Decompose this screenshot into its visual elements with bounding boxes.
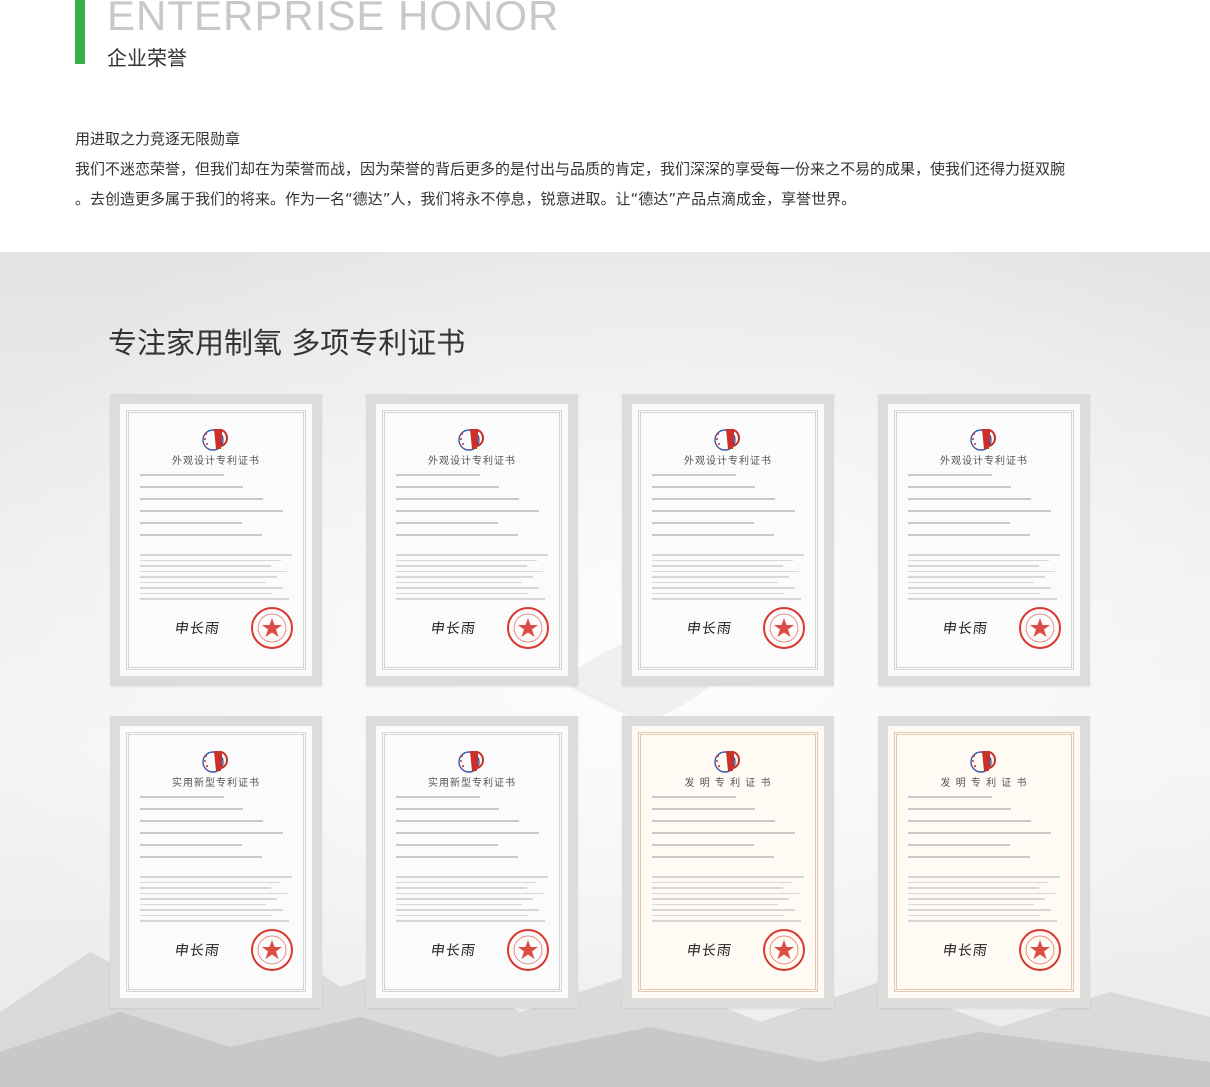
certificate-body-text (396, 876, 548, 926)
official-seal-icon (1018, 928, 1062, 972)
patent-office-emblem-icon (713, 748, 743, 774)
certificate-image: 外观设计专利证书 申长雨 (376, 404, 568, 676)
certificate-image: 外观设计专利证书 申长雨 (120, 404, 312, 676)
certificate-title: 外观设计专利证书 (428, 456, 516, 467)
certificate-section: 专注家用制氧 多项专利证书 外观设计专利证书 申长雨 外观设计专利证书 申长雨 … (0, 252, 1210, 1087)
intro-line-1: 我们不迷恋荣誉，但我们却在为荣誉而战，因为荣誉的背后更多的是付出与品质的肯定，我… (75, 160, 1066, 178)
official-seal-icon (1018, 606, 1062, 650)
patent-office-emblem-icon (457, 748, 487, 774)
certificate-body-text (140, 876, 292, 926)
certificate-title: 实用新型专利证书 (428, 778, 516, 789)
patent-office-emblem-icon (201, 426, 231, 452)
certificate-fields (140, 796, 292, 868)
certificate-body-text (140, 554, 292, 604)
certificate-title: 实用新型专利证书 (172, 778, 260, 789)
certificate-fields (140, 474, 292, 546)
certificate-fields (908, 796, 1060, 868)
certificate-body-text (652, 876, 804, 926)
certificate-title: 外观设计专利证书 (172, 456, 260, 467)
patent-office-emblem-icon (713, 426, 743, 452)
certificate-card[interactable]: 外观设计专利证书 申长雨 (622, 394, 834, 686)
certificate-title: 外观设计专利证书 (940, 456, 1028, 467)
certificate-card[interactable]: 发 明 专 利 证 书 申长雨 (622, 716, 834, 1008)
certificate-image: 外观设计专利证书 申长雨 (632, 404, 824, 676)
certificate-fields (396, 474, 548, 546)
certificate-signature: 申长雨 (685, 943, 733, 959)
page-title-cn: 企业荣誉 (107, 46, 187, 70)
certificate-signature: 申长雨 (941, 621, 989, 637)
certificate-signature: 申长雨 (173, 943, 221, 959)
certificate-fields (652, 474, 804, 546)
certificate-body-text (908, 554, 1060, 604)
certificate-body-text (652, 554, 804, 604)
intro-heading: 用进取之力竞逐无限勋章 (75, 130, 241, 148)
certificate-fields (652, 796, 804, 868)
official-seal-icon (506, 606, 550, 650)
patent-office-emblem-icon (201, 748, 231, 774)
certificate-image: 发 明 专 利 证 书 申长雨 (888, 726, 1080, 998)
certificate-body-text (396, 554, 548, 604)
certificate-signature: 申长雨 (429, 621, 477, 637)
certificate-card[interactable]: 实用新型专利证书 申长雨 (110, 716, 322, 1008)
patent-office-emblem-icon (969, 426, 999, 452)
patent-office-emblem-icon (969, 748, 999, 774)
official-seal-icon (506, 928, 550, 972)
header-accent-bar (75, 0, 85, 64)
certificate-image: 实用新型专利证书 申长雨 (376, 726, 568, 998)
certificate-card[interactable]: 实用新型专利证书 申长雨 (366, 716, 578, 1008)
intro-line-2: 。去创造更多属于我们的将来。作为一名“德达”人，我们将永不停息，锐意进取。让“德… (75, 190, 857, 208)
certificate-card[interactable]: 外观设计专利证书 申长雨 (878, 394, 1090, 686)
certificate-signature: 申长雨 (941, 943, 989, 959)
certificate-title: 外观设计专利证书 (684, 456, 772, 467)
section-title: 专注家用制氧 多项专利证书 (108, 326, 466, 360)
certificate-image: 实用新型专利证书 申长雨 (120, 726, 312, 998)
intro-text: 用进取之力竞逐无限勋章 我们不迷恋荣誉，但我们却在为荣誉而战，因为荣誉的背后更多… (75, 124, 1155, 214)
certificate-body-text (908, 876, 1060, 926)
certificate-card[interactable]: 外观设计专利证书 申长雨 (110, 394, 322, 686)
certificate-fields (908, 474, 1060, 546)
page-title-en: ENTERPRISE HONOR (107, 0, 560, 39)
certificate-fields (396, 796, 548, 868)
certificate-image: 发 明 专 利 证 书 申长雨 (632, 726, 824, 998)
certificate-signature: 申长雨 (173, 621, 221, 637)
certificate-card[interactable]: 发 明 专 利 证 书 申长雨 (878, 716, 1090, 1008)
official-seal-icon (762, 928, 806, 972)
certificate-image: 外观设计专利证书 申长雨 (888, 404, 1080, 676)
certificate-card[interactable]: 外观设计专利证书 申长雨 (366, 394, 578, 686)
patent-office-emblem-icon (457, 426, 487, 452)
official-seal-icon (250, 606, 294, 650)
official-seal-icon (762, 606, 806, 650)
certificate-title: 发 明 专 利 证 书 (940, 778, 1028, 789)
certificate-signature: 申长雨 (685, 621, 733, 637)
certificate-title: 发 明 专 利 证 书 (684, 778, 772, 789)
certificate-signature: 申长雨 (429, 943, 477, 959)
official-seal-icon (250, 928, 294, 972)
